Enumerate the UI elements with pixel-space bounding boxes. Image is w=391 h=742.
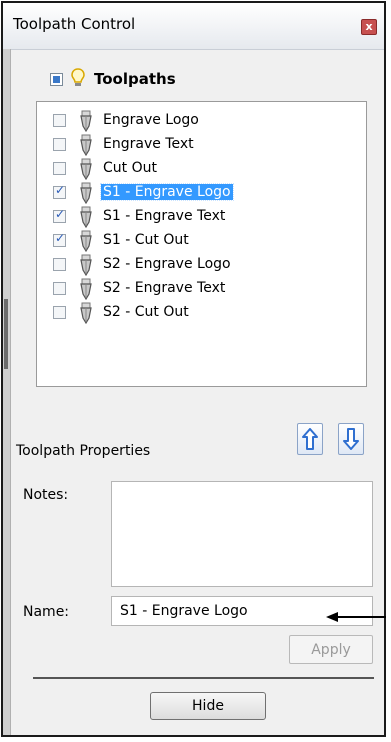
toolpath-label: Engrave Text (103, 136, 194, 152)
toolpath-row[interactable]: S1 - Cut Out (37, 229, 366, 253)
toolpath-checkbox[interactable] (53, 258, 66, 271)
toolpath-label: S1 - Engrave Text (103, 208, 226, 224)
toolpath-label: Cut Out (103, 160, 157, 176)
toolpath-cutter-icon (80, 182, 92, 204)
toolpath-cutter-icon (80, 230, 92, 252)
close-button[interactable]: x (361, 19, 377, 35)
toolpath-row[interactable]: S1 - Engrave Text (37, 205, 366, 229)
toolpath-row[interactable]: S2 - Cut Out (37, 301, 366, 325)
toolpath-checkbox[interactable] (53, 162, 66, 175)
toolpath-row[interactable]: S2 - Engrave Text (37, 277, 366, 301)
move-up-button[interactable] (297, 423, 323, 455)
window-title: Toolpath Control (13, 15, 136, 33)
toolpath-label: S2 - Engrave Text (103, 280, 226, 296)
toolpath-label: S1 - Engrave Logo (100, 183, 234, 201)
toolpath-cutter-icon (80, 278, 92, 300)
toolpath-checkbox[interactable] (53, 282, 66, 295)
dock-splitter[interactable] (3, 49, 11, 735)
arrow-down-icon (343, 428, 359, 450)
move-down-button[interactable] (338, 423, 364, 455)
toolpath-cutter-icon (80, 134, 92, 156)
toolpath-checkbox[interactable] (53, 114, 66, 127)
toolpath-properties-label: Toolpath Properties (16, 443, 151, 459)
callout-arrow-icon (326, 612, 386, 622)
toolpath-row[interactable]: Engrave Text (37, 133, 366, 157)
toolpath-checkbox[interactable] (53, 207, 66, 223)
toolpath-checkbox[interactable] (53, 183, 66, 199)
toolpath-label: S2 - Cut Out (103, 304, 189, 320)
toolpath-cutter-icon (80, 110, 92, 132)
toolpath-cutter-icon (80, 254, 92, 276)
toolpath-list[interactable]: Engrave Logo Engrave Text Cut Out S1 - Engr… (36, 101, 367, 387)
toolpath-cutter-icon (80, 158, 92, 180)
toolpath-checkbox[interactable] (53, 306, 66, 319)
toolpath-cutter-icon (80, 302, 92, 324)
name-label: Name: (23, 604, 70, 620)
toolpath-control-panel: Toolpath Control x Toolpaths Engrave Log… (1, 1, 386, 737)
toolpath-label: Engrave Logo (103, 112, 199, 128)
toolpath-row[interactable]: S2 - Engrave Logo (37, 253, 366, 277)
divider (33, 677, 374, 679)
hide-button[interactable]: Hide (150, 692, 266, 720)
toolpaths-header-label: Toolpaths (94, 70, 176, 88)
notes-label: Notes: (23, 487, 69, 503)
toolpath-label: S2 - Engrave Logo (103, 256, 231, 272)
lightbulb-icon[interactable] (71, 68, 85, 93)
toolpath-checkbox[interactable] (53, 138, 66, 151)
arrow-up-icon (302, 428, 318, 450)
title-bar: Toolpath Control x (3, 3, 384, 50)
toolpath-checkbox[interactable] (53, 231, 66, 247)
apply-button[interactable]: Apply (289, 635, 373, 664)
notes-textarea[interactable] (111, 481, 373, 587)
toggle-all-checkbox[interactable] (50, 73, 63, 86)
toolpath-row[interactable]: Engrave Logo (37, 109, 366, 133)
toolpath-row[interactable]: S1 - Engrave Logo (37, 181, 366, 205)
toolpath-row[interactable]: Cut Out (37, 157, 366, 181)
splitter-grip[interactable] (4, 299, 8, 369)
toolpath-cutter-icon (80, 206, 92, 228)
toolpath-label: S1 - Cut Out (103, 232, 189, 248)
